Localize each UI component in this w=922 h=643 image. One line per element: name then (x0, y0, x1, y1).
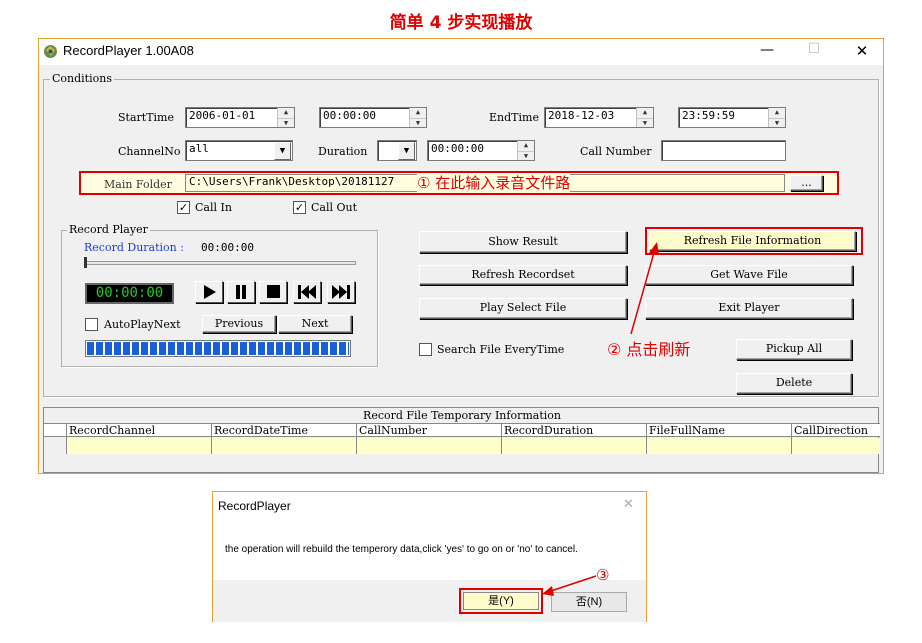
column-header[interactable]: FileFullName (647, 424, 792, 438)
column-header[interactable]: CallDirection (792, 424, 880, 438)
progress-bar (85, 340, 351, 357)
start-clock-input[interactable]: 00:00:00 ▲ ▼ (319, 107, 427, 128)
dialog-close-button[interactable]: ✕ (623, 497, 634, 512)
column-header[interactable]: CallNumber (357, 424, 502, 438)
refresh-recordset-button[interactable]: Refresh Recordset (419, 265, 627, 285)
call-in-label: Call In (195, 201, 232, 214)
pause-button[interactable] (227, 281, 255, 303)
window-title: RecordPlayer 1.00A08 (63, 43, 194, 58)
end-date-input[interactable]: 2018-12-03 ▲ ▼ (544, 107, 654, 128)
play-icon (204, 285, 216, 299)
lcd-time-display: 00:00:00 (85, 283, 174, 304)
dialog-message: the operation will rebuild the temperory… (225, 544, 578, 555)
chevron-down-icon[interactable]: ▼ (398, 142, 415, 160)
play-select-file-button[interactable]: Play Select File (419, 298, 627, 319)
call-out-checkbox[interactable]: ✓ (293, 201, 306, 214)
step2-annotation: ② 点击刷新 (607, 340, 691, 359)
dialog-title: RecordPlayer (218, 499, 291, 513)
banner-title: 简单 4 步实现播放 (389, 13, 533, 33)
row-indicator-header (44, 424, 67, 438)
next-button[interactable]: Next (278, 315, 352, 333)
title-bar: RecordPlayer 1.00A08 — ☐ ✕ (39, 39, 883, 65)
record-player-label: Record Player (67, 223, 150, 236)
seek-slider-thumb[interactable] (84, 257, 87, 268)
delete-button[interactable]: Delete (736, 373, 852, 394)
channel-label: ChannelNo (118, 145, 181, 158)
show-result-button[interactable]: Show Result (419, 231, 627, 253)
column-header[interactable]: RecordChannel (67, 424, 212, 438)
app-icon (43, 44, 58, 59)
get-wave-file-button[interactable]: Get Wave File (645, 265, 853, 285)
duration-label: Duration (318, 145, 368, 158)
fast-forward-button[interactable] (327, 281, 355, 303)
record-table[interactable]: Record File Temporary Information Record… (43, 407, 880, 473)
maximize-button[interactable]: ☐ (799, 41, 829, 57)
previous-button[interactable]: Previous (202, 315, 276, 333)
pause-icon (236, 285, 246, 299)
pickup-all-button[interactable]: Pickup All (736, 339, 852, 360)
call-number-input[interactable] (661, 140, 786, 161)
end-time-label: EndTime (489, 111, 539, 124)
yes-button[interactable]: 是(Y) (463, 592, 539, 610)
step1-annotation: ① 在此输入录音文件路 (417, 174, 571, 192)
record-duration-value: 00:00:00 (201, 241, 254, 254)
fast-forward-icon (332, 285, 350, 299)
search-every-time-label: Search File EveryTime (437, 343, 565, 356)
end-clock-input[interactable]: 23:59:59 ▲ ▼ (678, 107, 786, 128)
channel-select[interactable]: all ▼ (185, 140, 293, 161)
main-folder-label: Main Folder (104, 178, 172, 191)
exit-player-button[interactable]: Exit Player (645, 298, 853, 319)
column-header[interactable]: RecordDuration (502, 424, 647, 438)
duration-input[interactable]: 00:00:00 ▲ ▼ (427, 140, 535, 161)
chevron-down-icon[interactable]: ▼ (274, 142, 291, 160)
duration-operator-select[interactable]: ▼ (377, 140, 417, 161)
minimize-button[interactable]: — (752, 42, 782, 58)
close-button[interactable]: ✕ (847, 42, 877, 60)
autoplay-label: AutoPlayNext (104, 318, 181, 331)
record-duration-label: Record Duration : (84, 241, 184, 254)
stop-icon (267, 285, 280, 298)
main-window: RecordPlayer 1.00A08 — ☐ ✕ Conditions St… (38, 38, 884, 474)
call-number-label: Call Number (580, 145, 652, 158)
conditions-label: Conditions (50, 72, 114, 85)
seek-slider[interactable] (84, 261, 356, 265)
progress-bar-fill (87, 342, 349, 355)
search-every-time-checkbox[interactable] (419, 343, 432, 356)
column-header[interactable]: RecordDateTime (212, 424, 357, 438)
start-time-label: StartTime (118, 111, 174, 124)
browse-button[interactable]: ... (790, 175, 823, 191)
confirm-dialog: RecordPlayer ✕ the operation will rebuil… (212, 491, 647, 622)
step3-arrow (542, 575, 597, 596)
stop-button[interactable] (259, 281, 287, 303)
table-caption: Record File Temporary Information (363, 409, 561, 422)
refresh-file-info-button[interactable]: Refresh File Information (649, 231, 856, 251)
start-date-input[interactable]: 2006-01-01 ▲ ▼ (185, 107, 295, 128)
call-in-checkbox[interactable]: ✓ (177, 201, 190, 214)
table-row[interactable] (44, 438, 880, 454)
rewind-button[interactable] (293, 281, 321, 303)
play-button[interactable] (195, 281, 223, 303)
autoplay-checkbox[interactable] (85, 318, 98, 331)
step2-arrow (630, 242, 659, 335)
table-header-row: RecordChannel RecordDateTime CallNumber … (44, 423, 880, 438)
call-out-label: Call Out (311, 201, 358, 214)
rewind-icon (298, 285, 316, 299)
